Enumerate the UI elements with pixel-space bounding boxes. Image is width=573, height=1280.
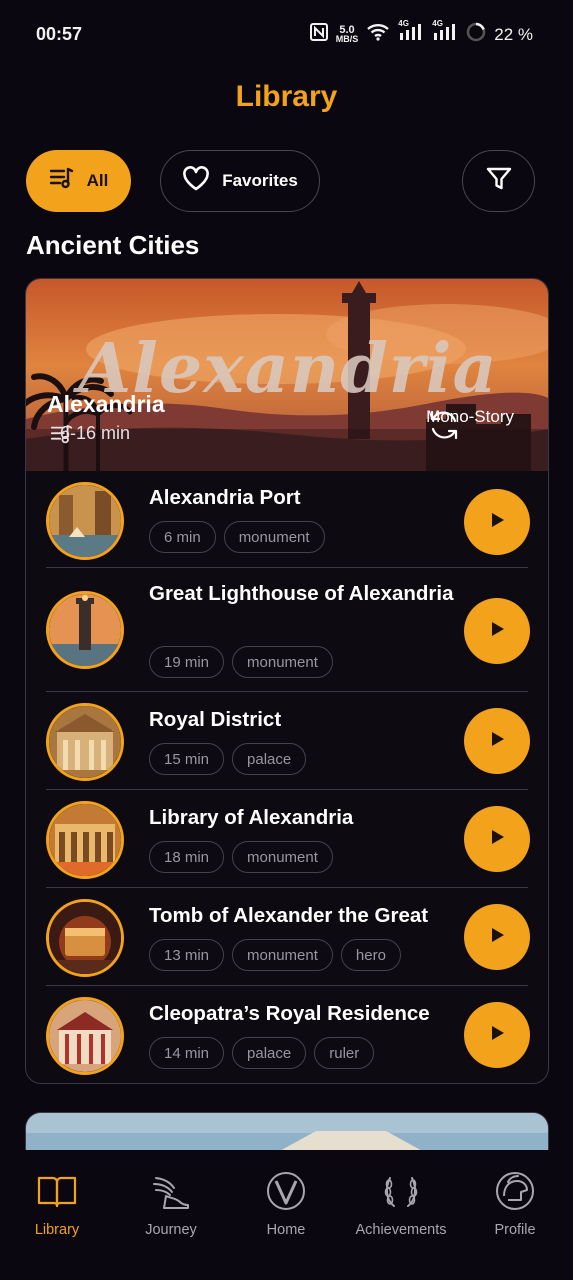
playlist-icon (49, 166, 75, 197)
story-title: Cleopatra’s Royal Residence (149, 1002, 430, 1025)
nav-journey[interactable]: Journey (116, 1170, 226, 1238)
battery-ring-icon (466, 22, 486, 47)
category-tag: monument (232, 646, 333, 678)
story-thumbnail (46, 801, 124, 879)
story-tags: 6 min monument (149, 521, 325, 553)
cell-signal-icon: 4G (398, 19, 424, 46)
story-row[interactable]: Tomb of Alexander the Great 13 min monum… (46, 897, 530, 987)
status-icons: 5.0 MB/S 4G 4G 22 % (309, 19, 533, 47)
category-tag: monument (223, 521, 325, 553)
page-title: Library (235, 80, 338, 113)
play-icon (488, 620, 506, 643)
wifi-icon (366, 23, 390, 46)
status-time: 00:57 (36, 24, 83, 44)
story-row[interactable]: Royal District 15 min palace (46, 701, 530, 791)
divider (46, 887, 528, 888)
v-logo-icon (265, 1170, 307, 1216)
network-speed: 5.0 MB/S (335, 24, 359, 44)
network-type-a: 4G (398, 19, 409, 28)
category-tag: ruler (314, 1037, 375, 1069)
story-thumbnail (46, 703, 124, 781)
nav-profile[interactable]: Profile (460, 1170, 570, 1238)
mono-story-toggle[interactable]: Mono-Story (426, 407, 524, 440)
heart-icon (182, 165, 210, 197)
network-speed-unit: MB/S (335, 33, 359, 44)
filter-funnel-icon (485, 165, 513, 198)
story-tags: 19 min monument (149, 646, 333, 678)
nav-library-label: Library (34, 1222, 80, 1238)
filter-favorites-label: Favorites (222, 171, 298, 190)
duration-tag: 18 min (149, 841, 225, 873)
story-thumbnail (46, 997, 124, 1075)
story-tags: 18 min monument (149, 841, 333, 873)
category-tag: palace (232, 743, 307, 775)
filter-all-button[interactable]: All (26, 150, 131, 212)
story-row[interactable]: Library of Alexandria 18 min monument (46, 799, 530, 889)
divider (46, 691, 528, 692)
divider (46, 567, 528, 568)
play-button[interactable] (464, 806, 530, 872)
category-tag: hero (340, 939, 401, 971)
nav-home[interactable]: Home (231, 1170, 341, 1238)
story-tags: 14 min palace ruler (149, 1037, 375, 1069)
category-tag: monument (232, 841, 333, 873)
story-tags: 13 min monument hero (149, 939, 401, 971)
nav-home-label: Home (266, 1222, 306, 1238)
category-tag: palace (232, 1037, 307, 1069)
status-bar: 00:57 5.0 MB/S 4G 4G 22 % (0, 0, 573, 70)
athena-helmet-icon (494, 1170, 536, 1216)
collection-hero[interactable]: Alexandria Alexandria 6-16 min Mono-Stor… (26, 279, 548, 471)
winged-sandal-icon (150, 1170, 192, 1216)
book-icon (36, 1170, 78, 1216)
story-thumbnail (46, 482, 124, 560)
play-button[interactable] (464, 1002, 530, 1068)
story-thumbnail (46, 899, 124, 977)
duration-tag: 15 min (149, 743, 225, 775)
duration-tag: 6 min (149, 521, 216, 553)
laurel-wreath-icon (380, 1170, 422, 1216)
nav-profile-label: Profile (494, 1222, 536, 1238)
duration-tag: 14 min (149, 1037, 225, 1069)
divider (46, 985, 528, 986)
play-icon (488, 511, 506, 534)
divider (46, 789, 528, 790)
story-thumbnail (46, 591, 124, 669)
category-tag: monument (232, 939, 333, 971)
battery-percent: 22 % (494, 24, 533, 44)
story-title: Great Lighthouse of Alexandria (149, 582, 454, 605)
filter-options-button[interactable] (462, 150, 535, 212)
nav-achievements[interactable]: Achievements (346, 1170, 456, 1238)
story-title: Royal District (149, 708, 282, 731)
play-icon (488, 730, 506, 753)
collection-card: Alexandria Alexandria 6-16 min Mono-Stor… (25, 278, 549, 1084)
bottom-navigation: Library Journey Home Achievements Profil… (0, 1150, 573, 1280)
play-icon (488, 1024, 506, 1047)
play-icon (488, 926, 506, 949)
story-title: Tomb of Alexander the Great (149, 904, 429, 927)
section-title: Ancient Cities (26, 230, 200, 260)
story-row[interactable]: Cleopatra’s Royal Residence 14 min palac… (46, 995, 530, 1083)
play-button[interactable] (464, 904, 530, 970)
story-tags: 15 min palace (149, 743, 307, 775)
nfc-icon (309, 23, 328, 46)
story-row[interactable]: Great Lighthouse of Alexandria 19 min mo… (46, 579, 530, 689)
play-icon (488, 828, 506, 851)
duration-tag: 13 min (149, 939, 225, 971)
cell-signal-icon: 4G (432, 19, 458, 46)
filter-all-label: All (86, 171, 109, 190)
nav-journey-label: Journey (145, 1222, 197, 1238)
duration-tag: 19 min (149, 646, 225, 678)
filter-favorites-button[interactable]: Favorites (160, 150, 320, 212)
network-type-b: 4G (432, 19, 443, 28)
collection-name: Alexandria (47, 391, 165, 417)
collection-duration: 6-16 min (50, 423, 130, 444)
play-button[interactable] (464, 489, 530, 555)
nav-library[interactable]: Library (2, 1170, 112, 1238)
play-button[interactable] (464, 708, 530, 774)
story-row[interactable]: Alexandria Port 6 min monument (46, 479, 530, 569)
story-title: Library of Alexandria (149, 806, 354, 829)
story-title: Alexandria Port (149, 486, 301, 509)
nav-achievements-label: Achievements (355, 1222, 447, 1238)
play-button[interactable] (464, 598, 530, 664)
